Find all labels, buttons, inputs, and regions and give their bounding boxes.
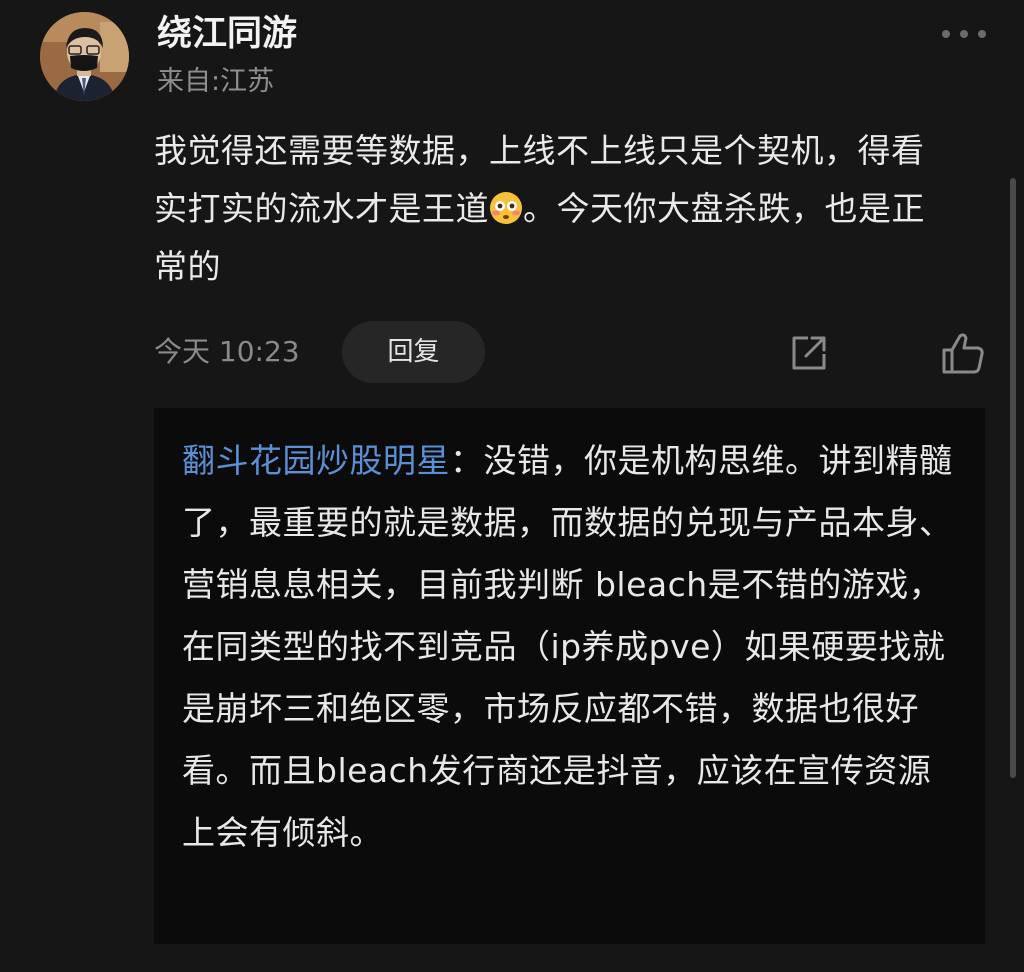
more-dots-icon[interactable] [942, 22, 986, 46]
avatar[interactable] [40, 12, 129, 101]
quoted-reply-box[interactable]: 翻斗花园炒股明星：没错，你是机构思维。讲到精髓了，最重要的就是数据，而数据的兑现… [154, 408, 985, 944]
flushed-face-emoji-icon [490, 192, 522, 224]
quoted-reply-text: 翻斗花园炒股明星：没错，你是机构思维。讲到精髓了，最重要的就是数据，而数据的兑现… [182, 430, 962, 864]
dot [978, 30, 986, 38]
share-icon[interactable] [788, 332, 830, 374]
location-label: 来自:江苏 [157, 66, 275, 97]
scrollbar[interactable] [1010, 178, 1016, 778]
timestamp: 今天 10:23 [154, 335, 300, 368]
dot [942, 30, 950, 38]
quoted-reply-separator: ： [450, 441, 484, 480]
comment-body: 我觉得还需要等数据，上线不上线只是个契机，得看实打实的流水才是王道 。今天你大盘杀… [154, 122, 954, 296]
username[interactable]: 绕江同游 [157, 12, 297, 56]
quoted-reply-body: 没错，你是机构思维。讲到精髓了，最重要的就是数据，而数据的兑现与产品本身、营销息… [182, 441, 953, 852]
reply-button[interactable]: 回复 [342, 321, 485, 383]
quoted-reply-author[interactable]: 翻斗花园炒股明星 [182, 441, 450, 480]
dot [960, 30, 968, 38]
thumbs-up-icon[interactable] [940, 330, 986, 376]
avatar-image [40, 12, 129, 101]
